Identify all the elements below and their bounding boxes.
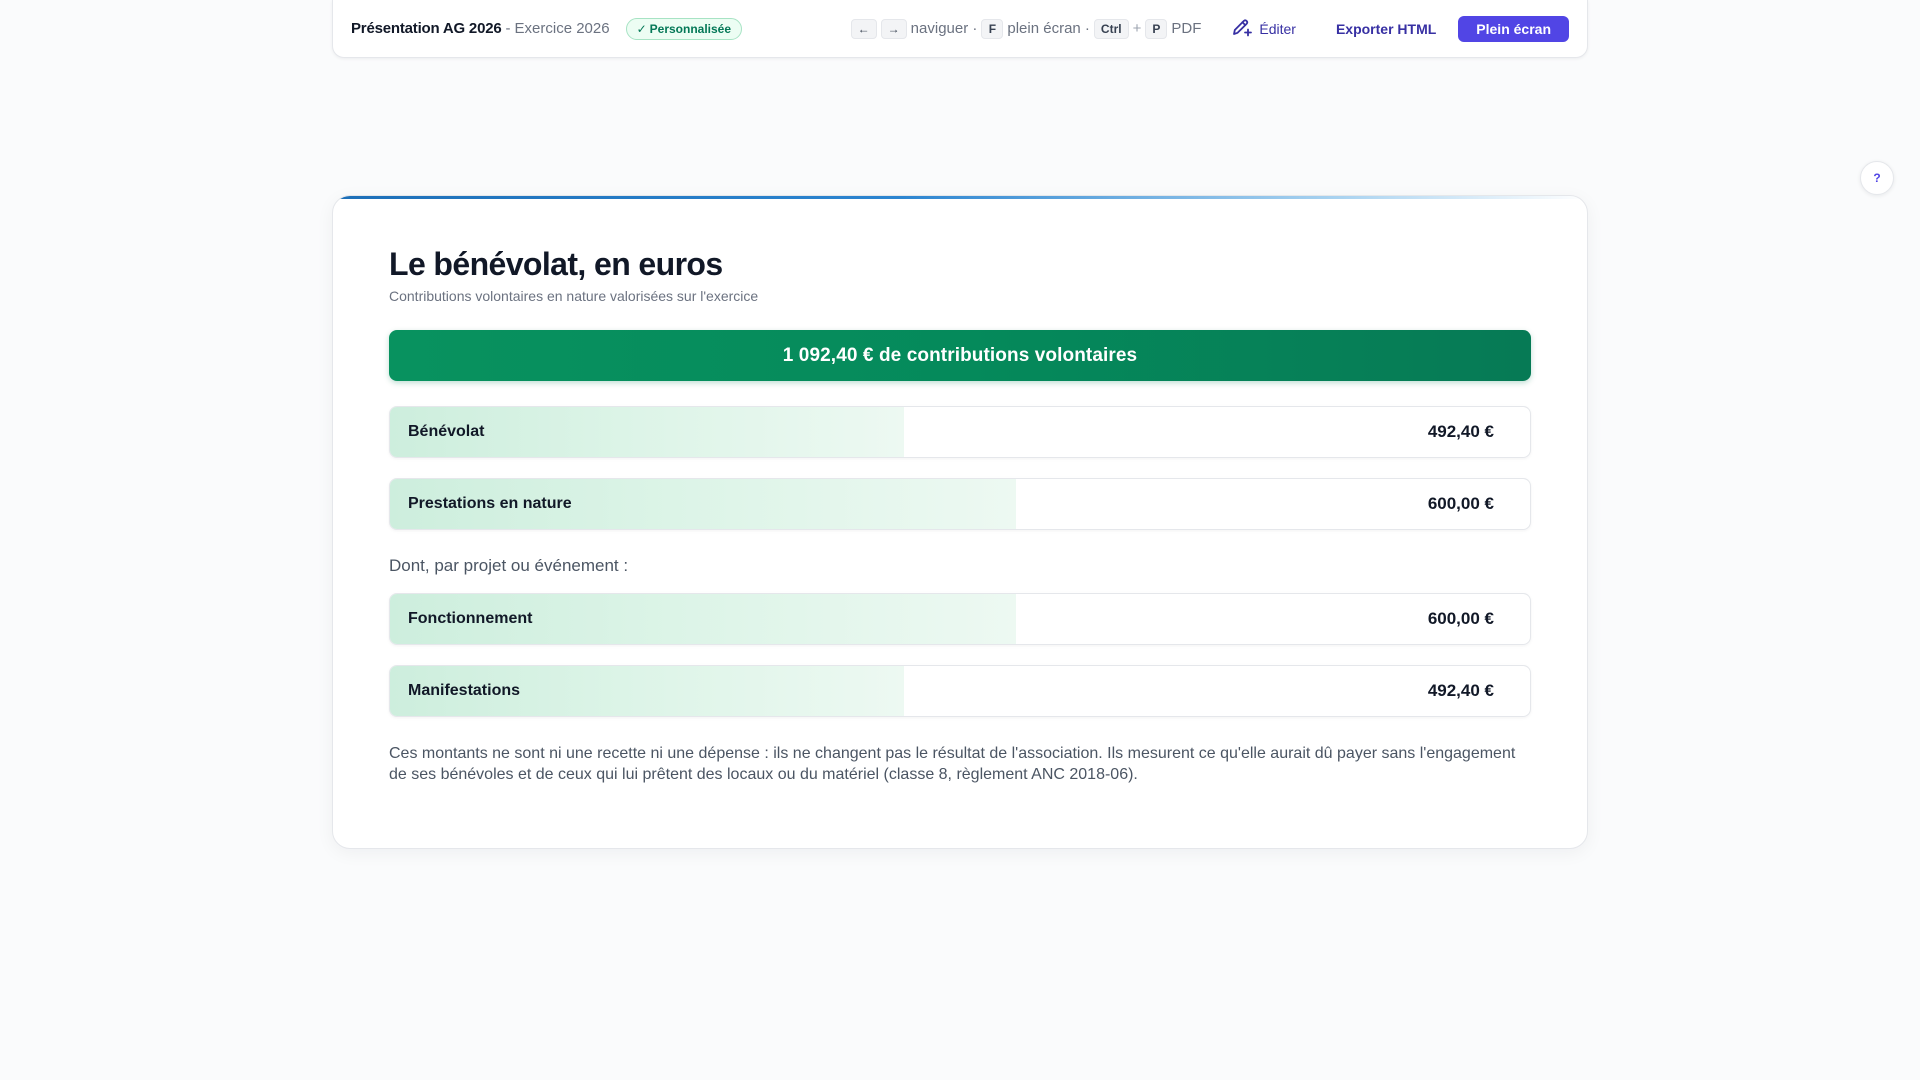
presentation-title: Présentation AG 2026	[351, 20, 502, 37]
key-ctrl: Ctrl	[1093, 18, 1129, 39]
row-manifestations: Manifestations 492,40 €	[389, 665, 1531, 717]
edit-button-label: Éditer	[1259, 20, 1296, 37]
slide-subtitle: Contributions volontaires en nature valo…	[389, 288, 759, 304]
hint-navigate: naviguer ·	[910, 20, 978, 37]
help-button[interactable]: ?	[1860, 161, 1894, 195]
row-value: 492,40 €	[1427, 422, 1494, 441]
footnote: Ces montants ne sont ni une recette ni u…	[389, 745, 1516, 783]
projects-section-label: Dont, par projet ou événement :	[389, 556, 629, 575]
row-value: 600,00 €	[1427, 609, 1494, 628]
row-label: Manifestations	[408, 682, 521, 699]
fullscreen-button[interactable]: Plein écran	[1458, 15, 1569, 42]
row-fonctionnement: Fonctionnement 600,00 €	[389, 593, 1531, 645]
check-icon: ✓	[636, 21, 647, 36]
key-p: P	[1145, 18, 1168, 39]
hint-pdf: PDF	[1171, 20, 1202, 37]
row-prestations-en-nature: Prestations en nature 600,00 €	[389, 478, 1531, 530]
slide-card: Le bénévolat, en euros Contributions vol…	[332, 195, 1588, 849]
document-title-group: Présentation AG 2026 - Exercice 2026 ✓ P…	[351, 17, 743, 40]
customized-badge: ✓ Personnalisée	[625, 17, 743, 40]
card-accent-line	[333, 196, 1587, 199]
title-separator: -	[505, 20, 511, 37]
row-label: Fonctionnement	[408, 610, 533, 627]
help-icon: ?	[1873, 171, 1881, 185]
slide-title: Le bénévolat, en euros	[389, 246, 723, 282]
fiscal-year-label: Exercice 2026	[514, 20, 610, 37]
row-value: 600,00 €	[1427, 494, 1494, 513]
key-arrow-right: →	[880, 18, 907, 39]
key-f: F	[981, 18, 1004, 39]
pen-plus-icon	[1231, 17, 1253, 40]
hint-fullscreen: plein écran ·	[1007, 20, 1090, 37]
row-label: Bénévolat	[408, 423, 485, 440]
top-toolbar: Présentation AG 2026 - Exercice 2026 ✓ P…	[332, 0, 1588, 58]
row-benevolat: Bénévolat 492,40 €	[389, 406, 1531, 458]
badge-label: Personnalisée	[649, 21, 732, 36]
row-label: Prestations en nature	[408, 495, 572, 512]
edit-button[interactable]: Éditer	[1231, 17, 1296, 40]
row-value: 492,40 €	[1427, 681, 1494, 700]
key-arrow-left: ←	[850, 18, 877, 39]
toolbar-actions: ← → naviguer · F plein écran · Ctrl + P …	[850, 15, 1569, 42]
key-plus-sign: +	[1132, 20, 1142, 37]
export-html-button[interactable]: Exporter HTML	[1336, 21, 1436, 37]
total-contributions-banner: 1 092,40 € de contributions volontaires	[389, 330, 1531, 381]
